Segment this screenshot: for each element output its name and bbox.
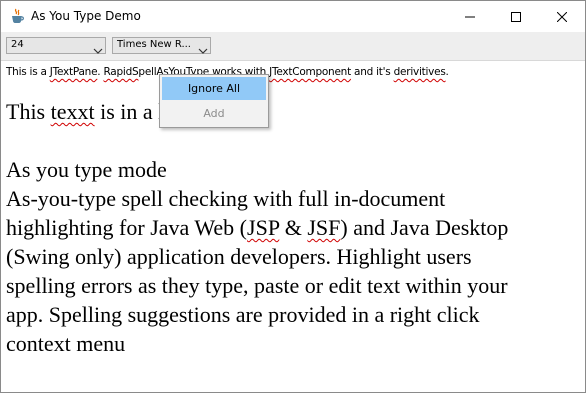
text-segment: highlighting for Java Web ( bbox=[6, 215, 248, 240]
text-line bbox=[6, 126, 581, 155]
window-title: As You Type Demo bbox=[31, 9, 141, 23]
font-size-value: 24 bbox=[11, 39, 24, 50]
font-family-value: Times New R... bbox=[117, 39, 191, 50]
text-line: context menu bbox=[6, 329, 581, 358]
spell-context-menu: Ignore All Add bbox=[159, 74, 269, 128]
text-segment: app. Spelling suggestions are provided i… bbox=[6, 302, 480, 327]
text-segment bbox=[6, 128, 12, 153]
text-segment: As-you-type spell checking with full in-… bbox=[6, 186, 446, 211]
app-window: As You Type Demo 24 Times New R... This … bbox=[0, 0, 586, 393]
text-line: (Swing only) application developers. Hig… bbox=[6, 242, 581, 271]
java-cup-icon bbox=[9, 8, 25, 24]
minimize-icon bbox=[465, 7, 475, 26]
add-menu-item[interactable]: Add bbox=[162, 102, 266, 125]
misspelled-word[interactable]: JSP bbox=[247, 215, 279, 240]
text-line: This texxt is in a large font. bbox=[6, 97, 581, 126]
misspelled-word[interactable]: RapidS bbox=[103, 66, 138, 78]
misspelled-word[interactable]: JTextPane bbox=[50, 66, 98, 78]
text-segment: . bbox=[445, 66, 449, 78]
font-size-select[interactable]: 24 bbox=[6, 37, 106, 54]
misspelled-word[interactable]: JSF bbox=[307, 215, 340, 240]
text-editor-pane[interactable]: This is a JTextPane. RapidSpellAsYouType… bbox=[1, 61, 585, 392]
font-family-select[interactable]: Times New R... bbox=[112, 37, 211, 54]
text-line: As-you-type spell checking with full in-… bbox=[6, 184, 581, 213]
maximize-icon bbox=[511, 7, 521, 26]
close-button[interactable] bbox=[539, 1, 585, 32]
text-line: spelling errors as they type, paste or e… bbox=[6, 271, 581, 300]
misspelled-word[interactable]: JTextComponent bbox=[269, 66, 351, 78]
chevron-down-icon bbox=[93, 41, 103, 54]
chevron-down-icon bbox=[198, 41, 208, 54]
maximize-button[interactable] bbox=[493, 1, 539, 32]
ignore-all-menu-item[interactable]: Ignore All bbox=[162, 77, 266, 100]
text-segment: As you type mode bbox=[6, 157, 167, 182]
misspelled-word[interactable]: derivitives bbox=[394, 66, 446, 78]
text-segment: (Swing only) application developers. Hig… bbox=[6, 244, 472, 269]
close-icon bbox=[556, 7, 568, 26]
text-segment: context menu bbox=[6, 331, 126, 356]
text-segment: This bbox=[6, 99, 51, 124]
text-segment: and it's bbox=[350, 66, 394, 78]
misspelled-word[interactable]: texxt bbox=[51, 99, 95, 124]
text-segment: & bbox=[279, 215, 308, 240]
text-segment: spelling errors as they type, paste or e… bbox=[6, 273, 508, 298]
toolbar: 24 Times New R... bbox=[1, 32, 585, 61]
text-line: app. Spelling suggestions are provided i… bbox=[6, 300, 581, 329]
text-line: highlighting for Java Web (JSP & JSF) an… bbox=[6, 213, 581, 242]
minimize-button[interactable] bbox=[447, 1, 493, 32]
text-segment: This is a bbox=[6, 66, 50, 78]
text-segment: ) and Java Desktop bbox=[340, 215, 509, 240]
title-bar[interactable]: As You Type Demo bbox=[1, 1, 585, 32]
text-line: As you type mode bbox=[6, 155, 581, 184]
document-text[interactable]: This texxt is in a large font. As you ty… bbox=[6, 97, 581, 358]
